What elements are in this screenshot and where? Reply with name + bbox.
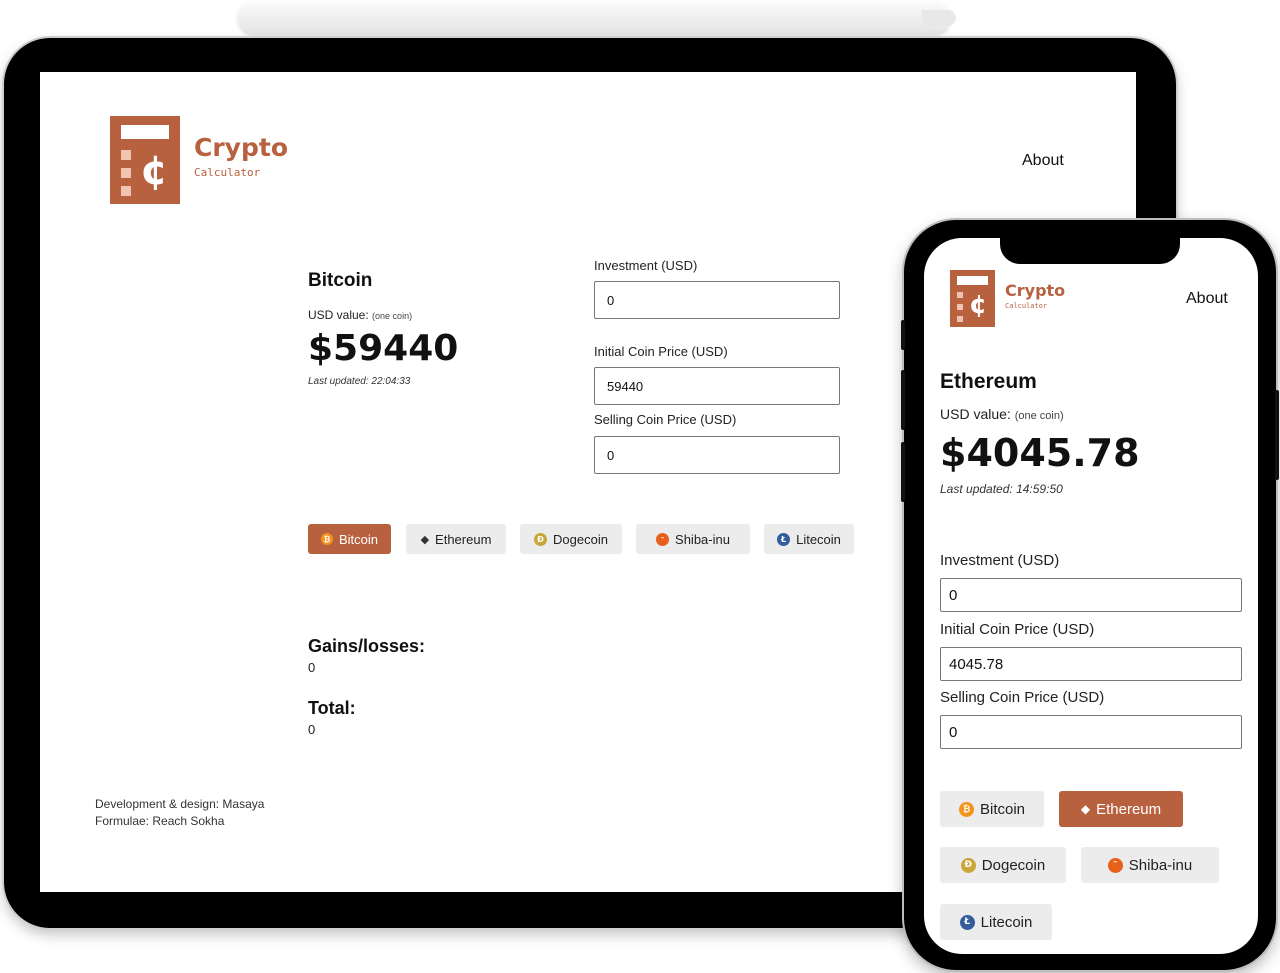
ethereum-icon: ◆ (420, 533, 430, 546)
coin-button-dogecoin[interactable]: Ð Dogecoin (520, 524, 622, 554)
coin-button-dogecoin[interactable]: Ð Dogecoin (940, 847, 1066, 883)
bitcoin-icon: ₿ (958, 801, 974, 817)
investment-input[interactable]: 0 (940, 578, 1242, 612)
coin-button-litecoin[interactable]: Ł Litecoin (764, 524, 854, 554)
calculator-logo-icon: ¢ (110, 116, 180, 204)
coin-info: Bitcoin USD value: (one coin) $59440 Las… (308, 270, 558, 387)
gains-losses-label: Gains/losses: (308, 636, 426, 656)
gains-losses-value: 0 (308, 660, 316, 675)
litecoin-icon: Ł (777, 532, 791, 546)
credits: Development & design: Masaya Formulae: R… (95, 796, 264, 830)
credits-formulae: Formulae: Reach Sokha (95, 814, 225, 828)
phone-screen: ¢ Crypto Calculator About Ethereum USD v… (924, 238, 1258, 954)
last-updated-label: Last updated: (308, 376, 369, 387)
coin-info: Ethereum USD value: (one coin) $4045.78 … (940, 370, 1240, 496)
coin-button-litecoin[interactable]: Ł Litecoin (940, 904, 1052, 940)
stylus-pencil (238, 2, 956, 34)
coin-button-ethereum[interactable]: ◆ Ethereum (1059, 791, 1183, 827)
dogecoin-icon: Ð (960, 857, 976, 873)
coin-name: Ethereum (940, 370, 1037, 393)
calculator-logo-icon: ¢ (950, 270, 995, 327)
brand-tagline: Calculator (194, 166, 261, 179)
last-updated-time: 14:59:50 (1016, 482, 1063, 496)
coin-price: $59440 (308, 328, 459, 369)
litecoin-icon: Ł (959, 914, 975, 930)
initial-price-input[interactable]: 59440 (594, 367, 840, 405)
coin-button-label: Ethereum (1096, 800, 1162, 818)
bitcoin-icon: ₿ (320, 533, 333, 545)
shiba-inu-icon: ᵔ (656, 532, 670, 546)
coin-button-label: Bitcoin (338, 531, 379, 547)
usd-value-note: (one coin) (372, 311, 413, 321)
phone-notch (1000, 238, 1180, 264)
selling-price-input[interactable]: 0 (940, 715, 1242, 749)
brand-tagline: Calculator (1005, 302, 1048, 310)
coin-button-label: Shiba-inu (1128, 856, 1193, 874)
coin-button-label: Litecoin (796, 531, 841, 547)
coin-button-bitcoin[interactable]: ₿ Bitcoin (308, 524, 391, 554)
initial-price-label: Initial Coin Price (USD) (594, 344, 728, 359)
last-updated-label: Last updated: (940, 482, 1013, 496)
total-value: 0 (308, 722, 316, 737)
brand-name: Crypto (1005, 281, 1066, 300)
tablet-logo[interactable]: ¢ Crypto Calculator (110, 116, 288, 204)
investment-label: Investment (USD) (940, 552, 1060, 569)
last-updated-time: 22:04:33 (371, 376, 411, 387)
stylus-tip (922, 10, 956, 26)
coin-price: $4045.78 (940, 431, 1140, 475)
dogecoin-icon: Ð (534, 532, 548, 546)
usd-value-note: (one coin) (1014, 410, 1064, 422)
initial-price-input[interactable]: 4045.78 (940, 647, 1242, 681)
shiba-inu-icon: ᵔ (1107, 857, 1123, 873)
phone-logo[interactable]: ¢ Crypto Calculator (950, 270, 1065, 327)
nav-about-link[interactable]: About (1022, 152, 1064, 170)
selling-price-input[interactable]: 0 (594, 436, 840, 474)
coin-button-ethereum[interactable]: ◆ Ethereum (406, 524, 506, 554)
coin-button-label: Litecoin (980, 913, 1033, 931)
coin-button-label: Ethereum (435, 531, 492, 547)
coin-button-label: Bitcoin (979, 800, 1026, 818)
selling-price-label: Selling Coin Price (USD) (940, 689, 1105, 706)
investment-label: Investment (USD) (594, 258, 698, 273)
coin-button-shiba-inu[interactable]: ᵔ Shiba-inu (636, 524, 750, 554)
coin-button-label: Dogecoin (981, 856, 1046, 874)
credits-design: Development & design: Masaya (95, 797, 265, 811)
brand-name: Crypto (194, 133, 288, 162)
coin-button-bitcoin[interactable]: ₿ Bitcoin (940, 791, 1044, 827)
ethereum-icon: ◆ (1080, 802, 1091, 816)
coin-name: Bitcoin (308, 270, 373, 291)
selling-price-label: Selling Coin Price (USD) (594, 412, 737, 427)
investment-input[interactable]: 0 (594, 281, 840, 319)
coin-button-label: Shiba-inu (675, 531, 730, 547)
nav-about-link[interactable]: About (1186, 290, 1228, 308)
usd-value-label: USD value: (308, 308, 369, 322)
coin-button-label: Dogecoin (553, 531, 608, 547)
coin-button-shiba-inu[interactable]: ᵔ Shiba-inu (1081, 847, 1219, 883)
usd-value-label: USD value: (940, 406, 1011, 422)
total-label: Total: (308, 698, 356, 718)
initial-price-label: Initial Coin Price (USD) (940, 621, 1095, 638)
